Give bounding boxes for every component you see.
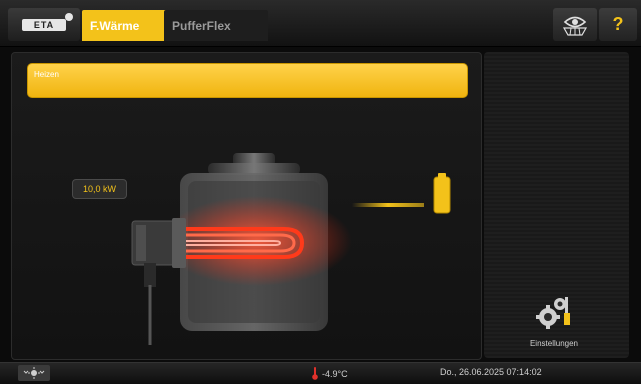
main-panel: Heizen 10,0 kW [11,52,482,360]
system-menu-button[interactable] [18,365,50,381]
buffer-indicator [433,176,451,214]
outdoor-temperature: -4.9°C [312,367,348,380]
tab-label: PufferFlex [172,18,231,33]
tab-pufferflex[interactable]: PufferFlex [164,10,268,41]
eye-icon [562,16,588,36]
heat-flow-line [352,203,424,207]
tab-fwaerme[interactable]: F.Wärme [82,10,173,41]
settings-button[interactable]: Einstellungen [504,278,604,348]
view-toggle-button[interactable] [553,8,597,41]
sun-settings-icon [23,367,45,379]
logo-text: ETA [33,19,55,30]
thermometer-icon [312,367,318,380]
temperature-value: -4.9°C [322,368,348,379]
tab-label: F.Wärme [90,18,140,33]
heater-illustration [131,153,451,345]
datetime: Do., 26.06.2025 07:14:02 [440,367,542,377]
right-panel: Einstellungen [484,52,629,358]
top-bar: ETA F.Wärme PufferFlex ? [0,0,641,47]
logo-dot [65,12,73,21]
settings-label: Einstellungen [529,339,579,348]
bottom-bar: -4.9°C Do., 26.06.2025 07:14:02 [0,362,641,384]
gears-icon [536,297,570,329]
help-label: ? [612,14,624,34]
help-button[interactable]: ? [599,8,637,41]
eta-logo: ETA [22,12,73,31]
home-logo-button[interactable]: ETA [8,8,80,41]
